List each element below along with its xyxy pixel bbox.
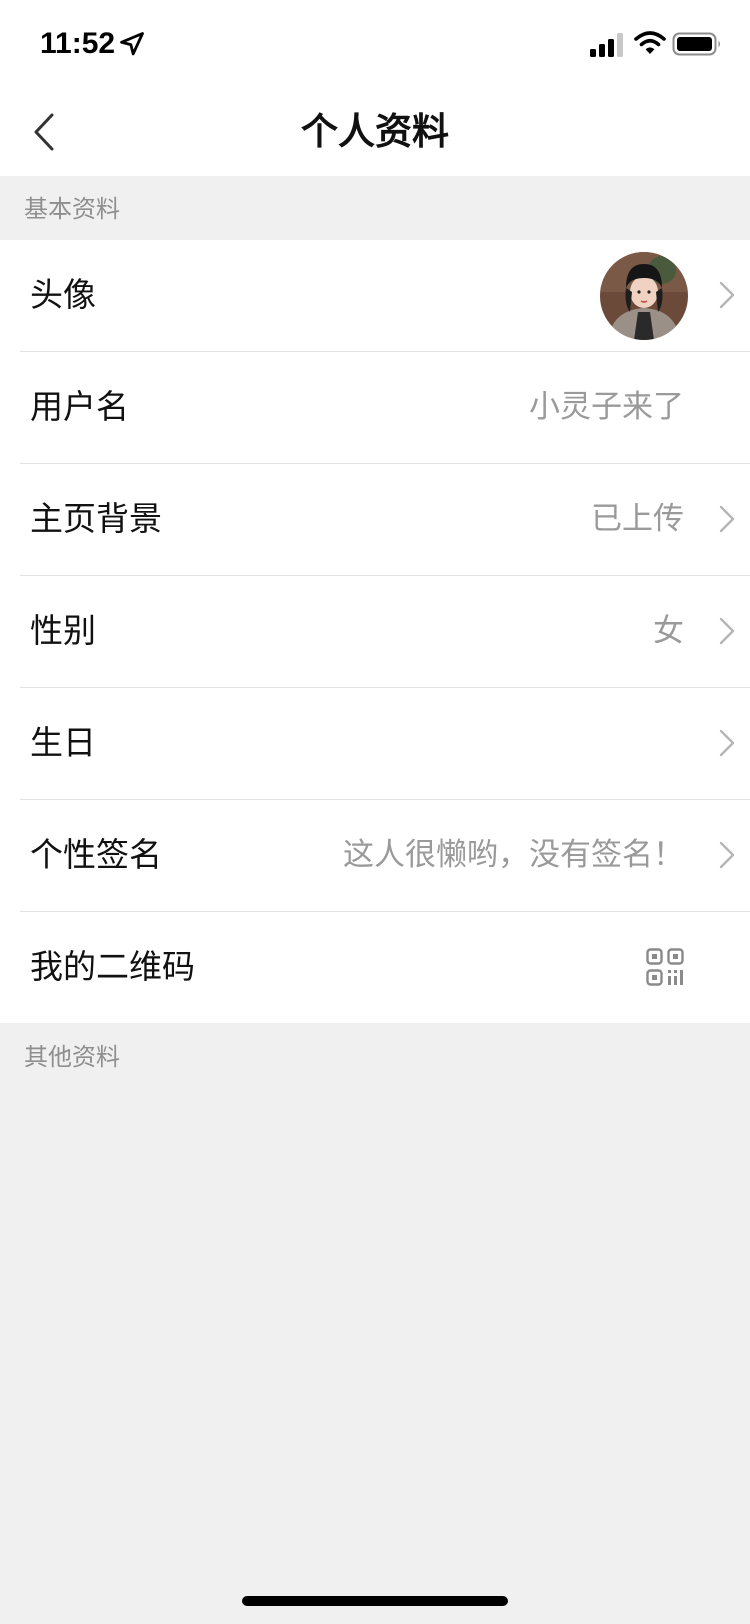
chevron-right-icon bbox=[719, 281, 735, 309]
home-indicator bbox=[242, 1596, 508, 1606]
row-birthday-label: 生日 bbox=[30, 723, 96, 762]
row-qr-code-label: 我的二维码 bbox=[30, 947, 195, 986]
row-username[interactable]: 用户名 小灵子来了 bbox=[20, 352, 750, 464]
row-signature-value: 这人很懒哟，没有签名！ bbox=[343, 837, 684, 873]
section-header-basic-label: 基本资料 bbox=[24, 195, 120, 223]
row-signature-label: 个性签名 bbox=[30, 835, 162, 874]
status-time: 11:52 bbox=[40, 27, 116, 60]
profile-list: 头像 用户名 小灵子来了 主页背景 已上传 性别 女 生日 个性签名 这人很懒哟… bbox=[0, 240, 750, 1023]
location-arrow-icon bbox=[120, 32, 144, 56]
section-header-basic: 基本资料 bbox=[0, 176, 750, 240]
row-qr-code[interactable]: 我的二维码 bbox=[20, 912, 750, 1023]
row-birthday[interactable]: 生日 bbox=[20, 688, 750, 800]
row-username-label: 用户名 bbox=[30, 387, 129, 426]
row-homepage-background-value: 已上传 bbox=[591, 501, 684, 537]
section-header-other: 其他资料 bbox=[0, 1024, 750, 1088]
row-gender-value: 女 bbox=[653, 613, 684, 649]
chevron-right-icon bbox=[719, 729, 735, 757]
row-signature[interactable]: 个性签名 这人很懒哟，没有签名！ bbox=[20, 800, 750, 912]
chevron-right-icon bbox=[719, 617, 735, 645]
status-bar: 11:52 bbox=[0, 0, 750, 88]
chevron-right-icon bbox=[719, 505, 735, 533]
nav-bar: 个人资料 bbox=[0, 88, 750, 176]
row-homepage-background[interactable]: 主页背景 已上传 bbox=[20, 464, 750, 576]
row-gender-label: 性别 bbox=[30, 611, 96, 650]
row-username-value: 小灵子来了 bbox=[529, 389, 684, 425]
page-title: 个人资料 bbox=[301, 110, 449, 153]
avatar-image bbox=[600, 252, 688, 340]
row-homepage-background-label: 主页背景 bbox=[30, 499, 162, 538]
section-header-other-label: 其他资料 bbox=[24, 1043, 120, 1071]
row-avatar[interactable]: 头像 bbox=[20, 240, 750, 352]
row-avatar-label: 头像 bbox=[30, 275, 96, 314]
wifi-icon bbox=[634, 31, 666, 54]
cellular-signal-icon bbox=[590, 33, 623, 57]
row-gender[interactable]: 性别 女 bbox=[20, 576, 750, 688]
chevron-right-icon bbox=[719, 841, 735, 869]
battery-icon bbox=[672, 32, 720, 56]
qr-code-icon bbox=[646, 948, 684, 986]
avatar[interactable] bbox=[600, 252, 688, 340]
